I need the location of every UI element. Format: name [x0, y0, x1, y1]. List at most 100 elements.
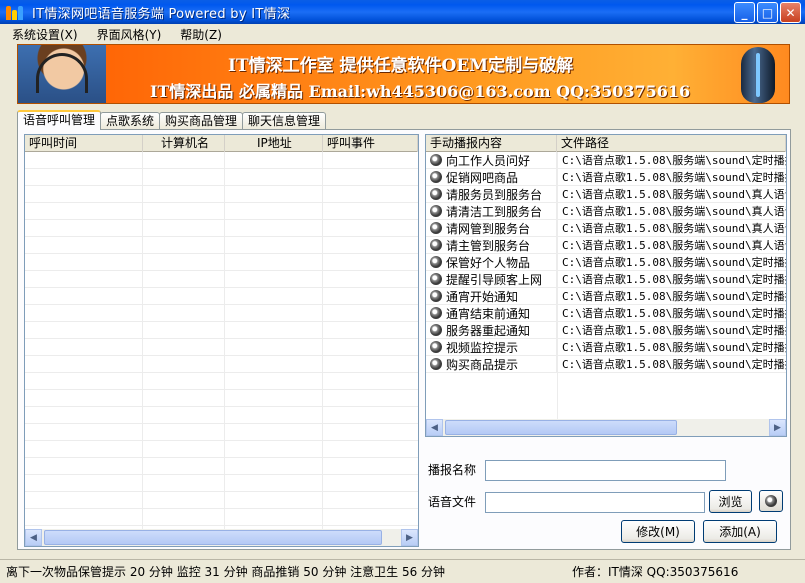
broadcast-path-cell: C:\语音点歌1.5.08\服务端\sound\真人语音: [562, 187, 786, 201]
speaker-icon: [430, 307, 442, 319]
title-bar[interactable]: IT情深网吧语音服务端 Powered by IT情深 _ □ ✕: [0, 0, 805, 24]
column-ip-address[interactable]: IP地址: [225, 135, 323, 152]
mouse-logo-icon: [741, 47, 775, 103]
column-file-path[interactable]: 文件路径: [557, 135, 786, 152]
broadcast-name-label: 播报名称: [428, 463, 477, 477]
speaker-icon: [430, 222, 442, 234]
broadcast-content-cell: 提醒引导顾客上网: [426, 270, 557, 288]
broadcast-content-cell: 保管好个人物品: [426, 253, 557, 271]
close-button[interactable]: ✕: [780, 2, 801, 23]
broadcast-row[interactable]: 通宵结束前通知 C:\语音点歌1.5.08\服务端\sound\定时播报: [426, 304, 786, 322]
broadcast-path-cell: C:\语音点歌1.5.08\服务端\sound\真人语音: [562, 204, 786, 218]
speaker-icon: [430, 154, 442, 166]
scroll-thumb[interactable]: [445, 420, 677, 435]
call-list-hscroll[interactable]: ◀ ▶: [25, 529, 418, 546]
broadcast-list[interactable]: 手动播报内容 文件路径 向工作人员问好 C:\语音点歌1.5.08\服务端\sou…: [425, 134, 787, 437]
broadcast-content-cell: 请服务员到服务台: [426, 185, 557, 203]
broadcast-content-text: 请服务员到服务台: [446, 187, 543, 202]
broadcast-path-cell: C:\语音点歌1.5.08\服务端\sound\定时播报: [562, 306, 786, 320]
menu-bar: 系统设置(X) 界面风格(Y) 帮助(Z): [0, 24, 805, 44]
scroll-left-icon[interactable]: ◀: [426, 419, 443, 436]
speaker-icon: [430, 358, 442, 370]
window-title: IT情深网吧语音服务端 Powered by IT情深: [32, 6, 291, 22]
broadcast-path-cell: C:\语音点歌1.5.08\服务端\sound\定时播报: [562, 323, 786, 337]
scroll-thumb[interactable]: [44, 530, 382, 545]
minimize-button[interactable]: _: [734, 2, 755, 23]
banner-slogan: IT情深工作室 提供任意软件OEM定制与破解: [228, 56, 574, 76]
broadcast-row[interactable]: 请主管到服务台 C:\语音点歌1.5.08\服务端\sound\真人语音: [426, 236, 786, 254]
broadcast-row[interactable]: 请网管到服务台 C:\语音点歌1.5.08\服务端\sound\真人语音: [426, 219, 786, 237]
column-computer-name[interactable]: 计算机名: [143, 135, 225, 152]
speaker-icon: [430, 341, 442, 353]
speaker-icon: [430, 273, 442, 285]
broadcast-path-cell: C:\语音点歌1.5.08\服务端\sound\定时播报: [562, 340, 786, 354]
speaker-icon: [430, 324, 442, 336]
banner-contact: IT情深出品 必属精品 Email:wh445306@163.com QQ:35…: [150, 82, 691, 101]
menu-interface-style[interactable]: 界面风格(Y): [85, 26, 169, 43]
broadcast-path-cell: C:\语音点歌1.5.08\服务端\sound\定时播报: [562, 272, 786, 286]
tab-strip: 语音呼叫管理 点歌系统 购买商品管理 聊天信息管理: [17, 110, 327, 130]
voice-file-label: 语音文件: [428, 495, 477, 509]
menu-system-settings[interactable]: 系统设置(X): [0, 26, 85, 43]
broadcast-row[interactable]: 通宵开始通知 C:\语音点歌1.5.08\服务端\sound\定时播报: [426, 287, 786, 305]
menu-help[interactable]: 帮助(Z): [168, 26, 229, 43]
status-timers: 离下一次物品保管提示 20 分钟 监控 31 分钟 商品推销 50 分钟 注意卫…: [6, 565, 446, 579]
column-call-time[interactable]: 呼叫时间: [25, 135, 143, 152]
scroll-right-icon[interactable]: ▶: [769, 419, 786, 436]
speaker-icon: [430, 290, 442, 302]
status-bar: 离下一次物品保管提示 20 分钟 监控 31 分钟 商品推销 50 分钟 注意卫…: [0, 559, 805, 583]
broadcast-content-text: 提醒引导顾客上网: [446, 272, 543, 287]
broadcast-content-text: 促销网吧商品: [446, 170, 519, 185]
broadcast-content-text: 保管好个人物品: [446, 255, 531, 270]
broadcast-content-text: 请主管到服务台: [446, 238, 531, 253]
broadcast-content-text: 请清洁工到服务台: [446, 204, 543, 219]
broadcast-row[interactable]: 视频监控提示 C:\语音点歌1.5.08\服务端\sound\定时播报: [426, 338, 786, 356]
broadcast-row[interactable]: 向工作人员问好 C:\语音点歌1.5.08\服务端\sound\定时播报: [426, 151, 786, 169]
broadcast-row[interactable]: 请服务员到服务台 C:\语音点歌1.5.08\服务端\sound\真人语音: [426, 185, 786, 203]
speaker-icon: [430, 205, 442, 217]
broadcast-content-cell: 促销网吧商品: [426, 168, 557, 186]
broadcast-row[interactable]: 服务器重起通知 C:\语音点歌1.5.08\服务端\sound\定时播报: [426, 321, 786, 339]
status-author: 作者：IT情深 QQ:350375616: [572, 565, 739, 579]
broadcast-list-hscroll[interactable]: ◀ ▶: [426, 419, 786, 436]
broadcast-content-cell: 向工作人员问好: [426, 151, 557, 169]
broadcast-content-text: 服务器重起通知: [446, 323, 531, 338]
broadcast-list-header: 手动播报内容 文件路径: [426, 135, 786, 152]
speaker-icon: [430, 256, 442, 268]
broadcast-path-cell: C:\语音点歌1.5.08\服务端\sound\真人语音: [562, 238, 786, 252]
broadcast-content-cell: 通宵结束前通知: [426, 304, 557, 322]
column-call-event[interactable]: 呼叫事件: [323, 135, 418, 152]
broadcast-name-input[interactable]: [485, 460, 726, 481]
broadcast-content-cell: 视频监控提示: [426, 338, 557, 356]
tab-purchase[interactable]: 购买商品管理: [159, 112, 244, 130]
call-list[interactable]: 呼叫时间 计算机名 IP地址 呼叫事件 ◀ ▶: [24, 134, 419, 547]
tab-chat[interactable]: 聊天信息管理: [242, 112, 327, 130]
maximize-button[interactable]: □: [757, 2, 778, 23]
modify-button[interactable]: 修改(M): [621, 520, 695, 543]
broadcast-row[interactable]: 促销网吧商品 C:\语音点歌1.5.08\服务端\sound\定时播报: [426, 168, 786, 186]
broadcast-row[interactable]: 购买商品提示 C:\语音点歌1.5.08\服务端\sound\定时播报: [426, 355, 786, 373]
broadcast-row[interactable]: 保管好个人物品 C:\语音点歌1.5.08\服务端\sound\定时播报: [426, 253, 786, 271]
app-icon: [6, 4, 24, 20]
broadcast-content-text: 购买商品提示: [446, 357, 519, 372]
broadcast-content-text: 通宵结束前通知: [446, 306, 531, 321]
broadcast-path-cell: C:\语音点歌1.5.08\服务端\sound\定时播报: [562, 255, 786, 269]
voice-file-input[interactable]: [485, 492, 705, 513]
scroll-right-icon[interactable]: ▶: [401, 529, 418, 546]
broadcast-row[interactable]: 提醒引导顾客上网 C:\语音点歌1.5.08\服务端\sound\定时播报: [426, 270, 786, 288]
play-button[interactable]: [759, 490, 783, 512]
banner: IT情深工作室 提供任意软件OEM定制与破解 IT情深出品 必属精品 Email…: [17, 44, 790, 104]
broadcast-path-cell: C:\语音点歌1.5.08\服务端\sound\真人语音: [562, 221, 786, 235]
column-broadcast-content[interactable]: 手动播报内容: [426, 135, 557, 152]
speaker-icon: [430, 239, 442, 251]
add-button[interactable]: 添加(A): [703, 520, 777, 543]
banner-avatar-image: [18, 45, 106, 103]
call-list-body: [25, 152, 418, 529]
tab-song-request[interactable]: 点歌系统: [100, 112, 161, 130]
browse-button[interactable]: 浏览: [709, 490, 752, 513]
speaker-icon: [430, 188, 442, 200]
broadcast-row[interactable]: 请清洁工到服务台 C:\语音点歌1.5.08\服务端\sound\真人语音: [426, 202, 786, 220]
broadcast-content-cell: 请网管到服务台: [426, 219, 557, 237]
scroll-left-icon[interactable]: ◀: [25, 529, 42, 546]
tab-voice-call[interactable]: 语音呼叫管理: [17, 110, 102, 130]
